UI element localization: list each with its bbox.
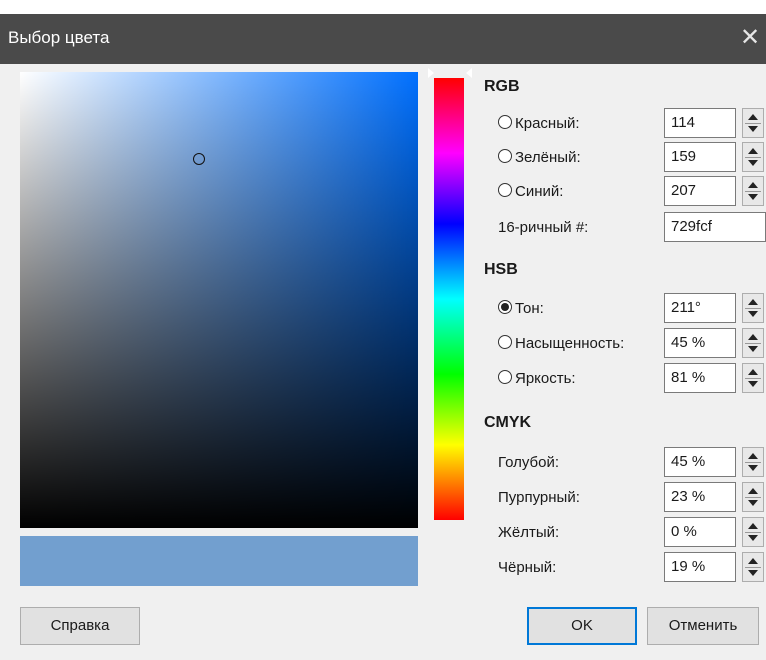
hue-label: Тон: [515, 300, 544, 317]
brightness-spinner[interactable] [742, 363, 764, 393]
help-button[interactable]: Справка [20, 607, 140, 645]
green-radio[interactable]: Зелёный: [498, 149, 581, 166]
black-label: Чёрный: [498, 559, 557, 576]
spin-up-icon[interactable] [748, 558, 758, 564]
spin-up-icon[interactable] [748, 488, 758, 494]
hue-slider[interactable] [434, 78, 464, 520]
yellow-label: Жёлтый: [498, 524, 560, 541]
blue-label: Синий: [515, 183, 564, 200]
saturation-radio[interactable]: Насыщенность: [498, 335, 624, 352]
hue-spinner[interactable] [742, 293, 764, 323]
cmyk-section-title: CMYK [484, 414, 532, 431]
black-field[interactable]: 19 % [664, 552, 736, 582]
spin-down-icon[interactable] [748, 381, 758, 387]
blue-radio[interactable]: Синий: [498, 183, 563, 200]
saturation-brightness-field[interactable] [20, 72, 418, 528]
hue-field[interactable]: 211° [664, 293, 736, 323]
hsb-section-title: HSB [484, 261, 518, 278]
spin-up-icon[interactable] [748, 299, 758, 305]
red-field[interactable]: 114 [664, 108, 736, 138]
red-radio-icon[interactable] [498, 115, 512, 129]
close-icon[interactable]: ✕ [738, 24, 762, 52]
spin-up-icon[interactable] [748, 182, 758, 188]
blue-spinner[interactable] [742, 176, 764, 206]
spin-up-icon[interactable] [748, 114, 758, 120]
cyan-field[interactable]: 45 % [664, 447, 736, 477]
brightness-radio[interactable]: Яркость: [498, 370, 576, 387]
spin-down-icon[interactable] [748, 465, 758, 471]
spin-up-icon[interactable] [748, 148, 758, 154]
color-picker-handle[interactable] [193, 152, 206, 165]
red-label: Красный: [515, 115, 580, 132]
saturation-spinner[interactable] [742, 328, 764, 358]
spin-up-icon[interactable] [748, 369, 758, 375]
dialog-body: RGB Красный: 114 Зелёный: 159 Синий: 207… [0, 64, 766, 660]
spin-down-icon[interactable] [748, 126, 758, 132]
spin-down-icon[interactable] [748, 160, 758, 166]
spin-up-icon[interactable] [748, 453, 758, 459]
hue-radio-icon[interactable] [498, 300, 512, 314]
brightness-radio-icon[interactable] [498, 370, 512, 384]
window-title: Выбор цвета [8, 28, 110, 47]
spin-down-icon[interactable] [748, 570, 758, 576]
hex-field[interactable]: 729fcf [664, 212, 766, 242]
black-spinner[interactable] [742, 552, 764, 582]
cyan-label: Голубой: [498, 454, 560, 471]
saturation-field[interactable]: 45 % [664, 328, 736, 358]
title-bar: Выбор цвета ✕ [0, 14, 766, 64]
green-label: Зелёный: [515, 149, 581, 166]
green-field[interactable]: 159 [664, 142, 736, 172]
saturation-label: Насыщенность: [515, 335, 625, 352]
blue-field[interactable]: 207 [664, 176, 736, 206]
spin-down-icon[interactable] [748, 500, 758, 506]
saturation-radio-icon[interactable] [498, 335, 512, 349]
green-radio-icon[interactable] [498, 149, 512, 163]
spin-down-icon[interactable] [748, 311, 758, 317]
green-spinner[interactable] [742, 142, 764, 172]
rgb-section-title: RGB [484, 78, 520, 95]
spin-down-icon[interactable] [748, 194, 758, 200]
red-radio[interactable]: Красный: [498, 115, 580, 132]
magenta-field[interactable]: 23 % [664, 482, 736, 512]
magenta-spinner[interactable] [742, 482, 764, 512]
cyan-spinner[interactable] [742, 447, 764, 477]
blue-radio-icon[interactable] [498, 183, 512, 197]
color-preview [20, 536, 418, 586]
spin-down-icon[interactable] [748, 535, 758, 541]
hex-label: 16-ричный #: [498, 219, 589, 236]
hue-marker-right-icon[interactable] [466, 68, 472, 78]
hue-radio[interactable]: Тон: [498, 300, 544, 317]
hue-marker-left-icon[interactable] [428, 68, 434, 78]
spin-up-icon[interactable] [748, 334, 758, 340]
spin-up-icon[interactable] [748, 523, 758, 529]
magenta-label: Пурпурный: [498, 489, 580, 506]
yellow-spinner[interactable] [742, 517, 764, 547]
yellow-field[interactable]: 0 % [664, 517, 736, 547]
cancel-button[interactable]: Отменить [647, 607, 759, 645]
ok-button[interactable]: OK [527, 607, 637, 645]
red-spinner[interactable] [742, 108, 764, 138]
spin-down-icon[interactable] [748, 346, 758, 352]
brightness-label: Яркость: [515, 370, 576, 387]
brightness-field[interactable]: 81 % [664, 363, 736, 393]
